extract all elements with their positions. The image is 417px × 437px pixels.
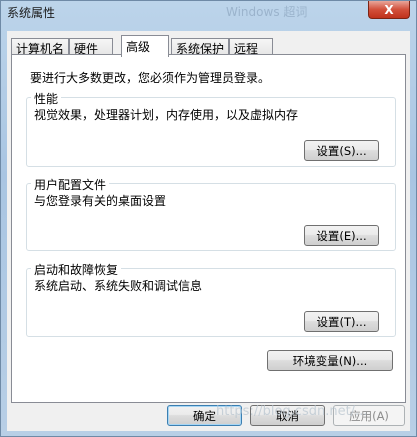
startup-recovery-desc: 系统启动、系统失败和调试信息 [34,279,203,293]
close-icon: X [384,2,394,17]
startup-recovery-group: 启动和故障恢复 系统启动、系统失败和调试信息 设置(T)... [26,261,396,337]
startup-recovery-title: 启动和故障恢复 [31,261,122,278]
background-window-title: Windows 超词 [226,5,308,19]
performance-title: 性能 [31,90,62,107]
user-profiles-settings-button[interactable]: 设置(E)... [304,225,379,246]
performance-desc: 视觉效果，处理器计划，内存使用，以及虚拟内存 [34,108,299,122]
tab-advanced[interactable]: 高级 [121,35,169,57]
user-profiles-desc: 与您登录有关的桌面设置 [34,194,167,208]
admin-note: 要进行大多数更改，您必须作为管理员登录。 [30,71,271,85]
environment-variables-button[interactable]: 环境变量(N)... [267,350,393,371]
user-profiles-title: 用户配置文件 [31,176,110,193]
performance-settings-button[interactable]: 设置(S)... [304,140,379,161]
dialog-client: 计算机名 硬件 高级 系统保护 远程 要进行大多数更改，您必须作为管理员登录。 … [7,31,410,431]
advanced-tab-panel: 要进行大多数更改，您必须作为管理员登录。 性能 视觉效果，处理器计划，内存使用，… [11,54,406,403]
system-properties-window: 系统属性 Windows 超词 X 计算机名 硬件 高级 系统保护 远程 要进行… [0,0,417,437]
user-profiles-group: 用户配置文件 与您登录有关的桌面设置 设置(E)... [26,176,396,251]
watermark: https://blog.csdn.net/... [216,404,368,419]
window-title: 系统属性 [7,6,56,20]
title-bar[interactable]: 系统属性 Windows 超词 X [1,1,416,23]
close-button[interactable]: X [368,1,410,19]
startup-recovery-settings-button[interactable]: 设置(T)... [304,311,379,332]
performance-group: 性能 视觉效果，处理器计划，内存使用，以及虚拟内存 设置(S)... [26,90,396,167]
